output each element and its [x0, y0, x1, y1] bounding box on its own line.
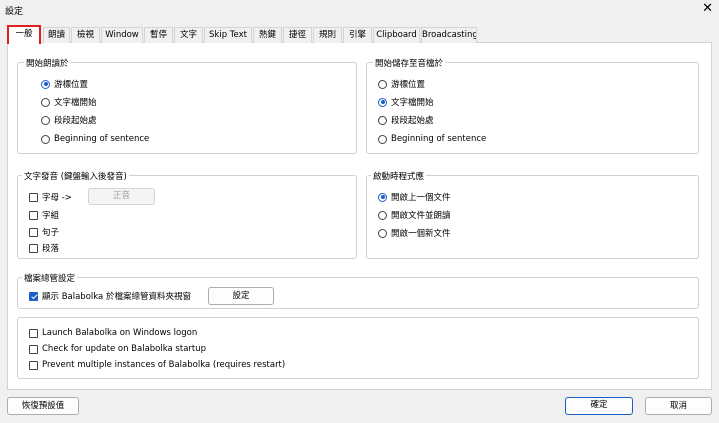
checkbox-icon [29, 243, 38, 253]
sentences-checkbox[interactable]: 句子 [29, 226, 59, 238]
explorer-settings-button[interactable]: 設定 [208, 287, 274, 305]
checkbox-icon [29, 344, 38, 354]
pitch-button[interactable]: 正音 [88, 188, 155, 205]
checkbox-icon [29, 291, 38, 301]
title-bar: 設定 ✕ [0, 0, 719, 20]
radio-icon [41, 97, 50, 107]
start-saving-group: 開始儲存至音檔於 游標位置 文字檔開始 段段起始處 Beginning of s… [366, 57, 699, 154]
text-pronunciation-title: 文字發音 (鍵盤輸入後發音) [22, 170, 129, 182]
checkbox-icon [29, 227, 38, 237]
letters-checkbox[interactable]: 字母 -> [29, 191, 72, 203]
start-reading-paragraph-radio[interactable]: 段段起始處 [41, 114, 97, 126]
radio-icon [41, 134, 50, 144]
start-saving-cursor-radio[interactable]: 游標位置 [378, 78, 425, 90]
words-checkbox[interactable]: 字組 [29, 209, 59, 221]
start-reading-cursor-radio[interactable]: 游標位置 [41, 78, 88, 90]
start-reading-title: 開始朗讀於 [24, 57, 71, 69]
startup-mode-title: 啟動時程式應 [371, 170, 427, 182]
tab-clipboard[interactable]: Clipboard [373, 27, 420, 43]
tab-shortcuts[interactable]: 捷徑 [283, 27, 312, 43]
radio-icon [378, 79, 387, 89]
start-saving-title: 開始儲存至音檔於 [373, 57, 446, 69]
start-reading-sentence-radio[interactable]: Beginning of sentence [41, 133, 149, 145]
cancel-button[interactable]: 取消 [645, 397, 712, 415]
tab-view[interactable]: 檢視 [71, 27, 100, 43]
open-last-document-radio[interactable]: 開啟上一個文件 [378, 191, 451, 203]
start-saving-file-start-radio[interactable]: 文字檔開始 [378, 96, 434, 108]
misc-options-group: Launch Balabolka on Windows logon Check … [17, 317, 699, 379]
start-saving-sentence-radio[interactable]: Beginning of sentence [378, 133, 486, 145]
tab-pause[interactable]: 暫停 [144, 27, 173, 43]
text-pronunciation-group: 文字發音 (鍵盤輸入後發音) 字母 -> 正音 字組 句子 段落 [17, 170, 357, 259]
checkbox-icon [29, 192, 38, 202]
radio-icon [378, 228, 387, 238]
radio-icon [378, 192, 387, 202]
restore-defaults-button[interactable]: 恢復預設值 [7, 397, 79, 415]
radio-icon [41, 79, 50, 89]
prevent-multiple-instances-checkbox[interactable]: Prevent multiple instances of Balabolka … [29, 359, 285, 371]
file-manager-group: 檔案總管設定 顯示 Balabolka 於檔案總管資料夾視窗 設定 [17, 272, 699, 309]
check-updates-checkbox[interactable]: Check for update on Balabolka startup [29, 343, 206, 355]
window-title: 設定 [5, 7, 24, 17]
tab-rules[interactable]: 規則 [313, 27, 342, 43]
start-reading-file-start-radio[interactable]: 文字檔開始 [41, 96, 97, 108]
radio-icon [378, 115, 387, 125]
tab-hotkeys[interactable]: 熱鍵 [253, 27, 282, 43]
tab-skip-text[interactable]: Skip Text [204, 27, 252, 43]
file-manager-title: 檔案總管設定 [22, 272, 78, 284]
ok-button[interactable]: 確定 [565, 397, 633, 415]
radio-icon [378, 134, 387, 144]
startup-mode-group: 啟動時程式應 開啟上一個文件 開啟文件並朗讀 開啟一個新文件 [366, 170, 699, 259]
open-and-read-radio[interactable]: 開啟文件並朗讀 [378, 209, 451, 221]
checkbox-icon [29, 360, 38, 370]
radio-icon [378, 97, 387, 107]
checkbox-icon [29, 210, 38, 220]
start-saving-paragraph-radio[interactable]: 段段起始處 [378, 114, 434, 126]
tab-window[interactable]: Window [101, 27, 143, 43]
radio-icon [41, 115, 50, 125]
show-in-explorer-checkbox[interactable]: 顯示 Balabolka 於檔案總管資料夾視窗 [29, 290, 191, 302]
launch-on-logon-checkbox[interactable]: Launch Balabolka on Windows logon [29, 327, 197, 339]
radio-icon [378, 210, 387, 220]
open-new-document-radio[interactable]: 開啟一個新文件 [378, 227, 451, 239]
tab-broadcasting[interactable]: Broadcasting [421, 27, 477, 43]
tab-engine[interactable]: 引擎 [343, 27, 372, 43]
paragraphs-checkbox[interactable]: 段落 [29, 242, 59, 254]
tab-general[interactable]: 一般 [7, 25, 41, 44]
general-tab-panel: 開始朗讀於 游標位置 文字檔開始 段段起始處 Beginning of sent… [7, 43, 712, 390]
start-reading-group: 開始朗讀於 游標位置 文字檔開始 段段起始處 Beginning of sent… [17, 57, 357, 154]
tab-reading[interactable]: 朗讀 [43, 27, 70, 43]
close-icon[interactable]: ✕ [702, 1, 713, 17]
tab-strip: 一般 朗讀 檢視 Window 暫停 文字 Skip Text 熱鍵 捷徑 規則… [7, 25, 712, 44]
checkbox-icon [29, 328, 38, 338]
tab-text[interactable]: 文字 [174, 27, 203, 43]
